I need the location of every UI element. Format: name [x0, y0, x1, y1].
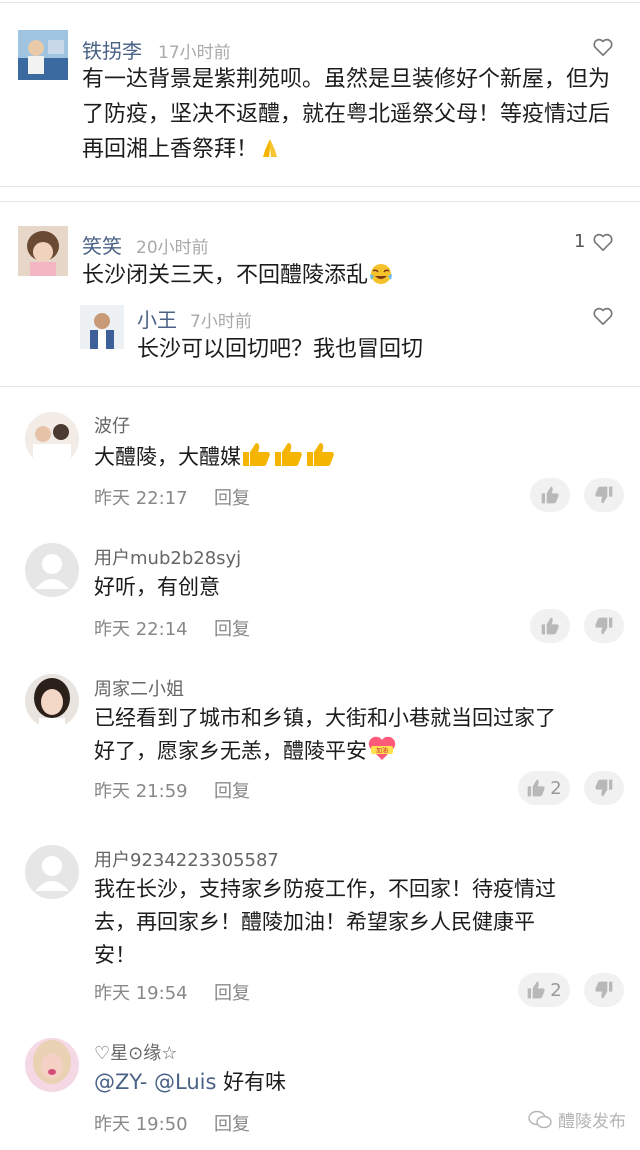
reply-time: 7小时前 — [190, 312, 252, 332]
like-button[interactable] — [530, 478, 570, 512]
comment-text: 长沙闭关三天，不回醴陵添乱 — [82, 258, 612, 297]
divider — [0, 186, 640, 187]
user-photo-icon — [25, 674, 79, 728]
top-divider — [0, 2, 640, 3]
avatar[interactable] — [18, 226, 68, 276]
reply-avatar[interactable] — [80, 305, 124, 349]
avatar[interactable] — [18, 30, 68, 80]
thumbs-up-icon — [541, 486, 559, 504]
comment-author[interactable]: 周家二小姐 — [94, 675, 184, 701]
heart-icon[interactable] — [592, 306, 614, 326]
comment-time: 20小时前 — [136, 238, 209, 258]
divider — [0, 201, 640, 202]
heart-icon[interactable] — [592, 37, 614, 57]
reply-author[interactable]: 小王 — [137, 304, 177, 333]
thumbs-down-icon — [595, 981, 613, 999]
comment-text: @ZY- @Luis 好有味 — [94, 1070, 287, 1094]
thumbs-up-icon — [541, 617, 559, 635]
comment-time: 昨天 22:17 — [94, 488, 188, 509]
reply-button[interactable]: 回复 — [214, 1110, 250, 1136]
comment-text: 我在长沙，支持家乡防疫工作，不回家！待疫情过 去，再回家乡！醴陵加油！希望家乡人… — [94, 877, 556, 967]
avatar[interactable] — [25, 543, 79, 597]
thumbs-down-icon — [595, 617, 613, 635]
dislike-button[interactable] — [584, 973, 624, 1007]
reply-button[interactable]: 回复 — [214, 777, 250, 803]
pray-emoji-icon — [258, 136, 282, 171]
dislike-button[interactable] — [584, 609, 624, 643]
reply-button[interactable]: 回复 — [214, 615, 250, 641]
comment-author[interactable]: ♡星⊙缘☆ — [94, 1039, 177, 1065]
comment-time: 昨天 21:59 — [94, 781, 188, 802]
heart-icon[interactable] — [592, 232, 614, 252]
comment-time: 昨天 19:54 — [94, 983, 188, 1004]
comment-text: 有一达背景是紫荆苑呗。虽然是旦装修好个新屋，但为了防疫，坚决不返醴，就在粤北遥祭… — [82, 62, 612, 171]
user-photo-icon — [18, 30, 68, 80]
avatar[interactable] — [25, 674, 79, 728]
comment-text: 大醴陵，大醴媒 — [94, 440, 594, 478]
comment-text: 好听，有创意 — [94, 575, 220, 599]
thumbs-up-emoji-icon — [241, 440, 337, 478]
default-user-icon — [35, 554, 69, 589]
comment-author[interactable]: 用户9234223305587 — [94, 846, 279, 872]
default-user-icon — [35, 856, 69, 891]
user-photo-icon — [80, 305, 124, 349]
comment-time: 昨天 19:50 — [94, 1114, 188, 1135]
like-button[interactable]: 2 — [518, 771, 570, 805]
avatar[interactable] — [25, 412, 79, 466]
thumbs-down-icon — [595, 779, 613, 797]
watermark: 醴陵发布 — [528, 1107, 626, 1132]
watermark-text: 醴陵发布 — [558, 1112, 626, 1132]
thumbs-down-icon — [595, 486, 613, 504]
comment-text: 已经看到了城市和乡镇，大街和小巷就当回过家了 好了，愿家乡无恙，醴陵平安 加油 — [94, 702, 614, 772]
reply-text: 长沙可以回切吧？我也冒回切 — [137, 337, 424, 362]
comment-author[interactable]: 波仔 — [94, 412, 130, 438]
comment-author[interactable]: 笑笑 — [82, 230, 122, 259]
comment-time: 17小时前 — [158, 43, 231, 63]
like-count: 2 — [550, 777, 562, 799]
user-photo-icon — [25, 1038, 79, 1092]
wechat-icon — [528, 1110, 552, 1128]
thumbs-up-icon — [527, 779, 545, 797]
like-button[interactable]: 2 — [518, 973, 570, 1007]
user-photo-icon — [18, 226, 68, 276]
dislike-button[interactable] — [584, 478, 624, 512]
like-count: 1 — [574, 231, 586, 252]
like-count: 2 — [550, 979, 562, 1001]
laugh-cry-emoji-icon — [368, 262, 394, 297]
thumbs-up-icon — [527, 981, 545, 999]
like-button[interactable] — [530, 609, 570, 643]
section-divider — [0, 386, 640, 387]
jiayou-heart-emoji-icon: 加油 — [367, 736, 397, 772]
mention-link[interactable]: @Luis — [154, 1070, 216, 1094]
svg-text:加油: 加油 — [376, 747, 388, 755]
comment-author[interactable]: 铁拐李 — [82, 35, 142, 64]
mention-link[interactable]: @ZY- — [94, 1070, 147, 1094]
user-photo-icon — [25, 412, 79, 466]
dislike-button[interactable] — [584, 771, 624, 805]
comment-time: 昨天 22:14 — [94, 619, 188, 640]
avatar[interactable] — [25, 1038, 79, 1092]
reply-button[interactable]: 回复 — [214, 484, 250, 510]
comment-author[interactable]: 用户mub2b28syj — [94, 544, 241, 570]
avatar[interactable] — [25, 845, 79, 899]
reply-button[interactable]: 回复 — [214, 979, 250, 1005]
